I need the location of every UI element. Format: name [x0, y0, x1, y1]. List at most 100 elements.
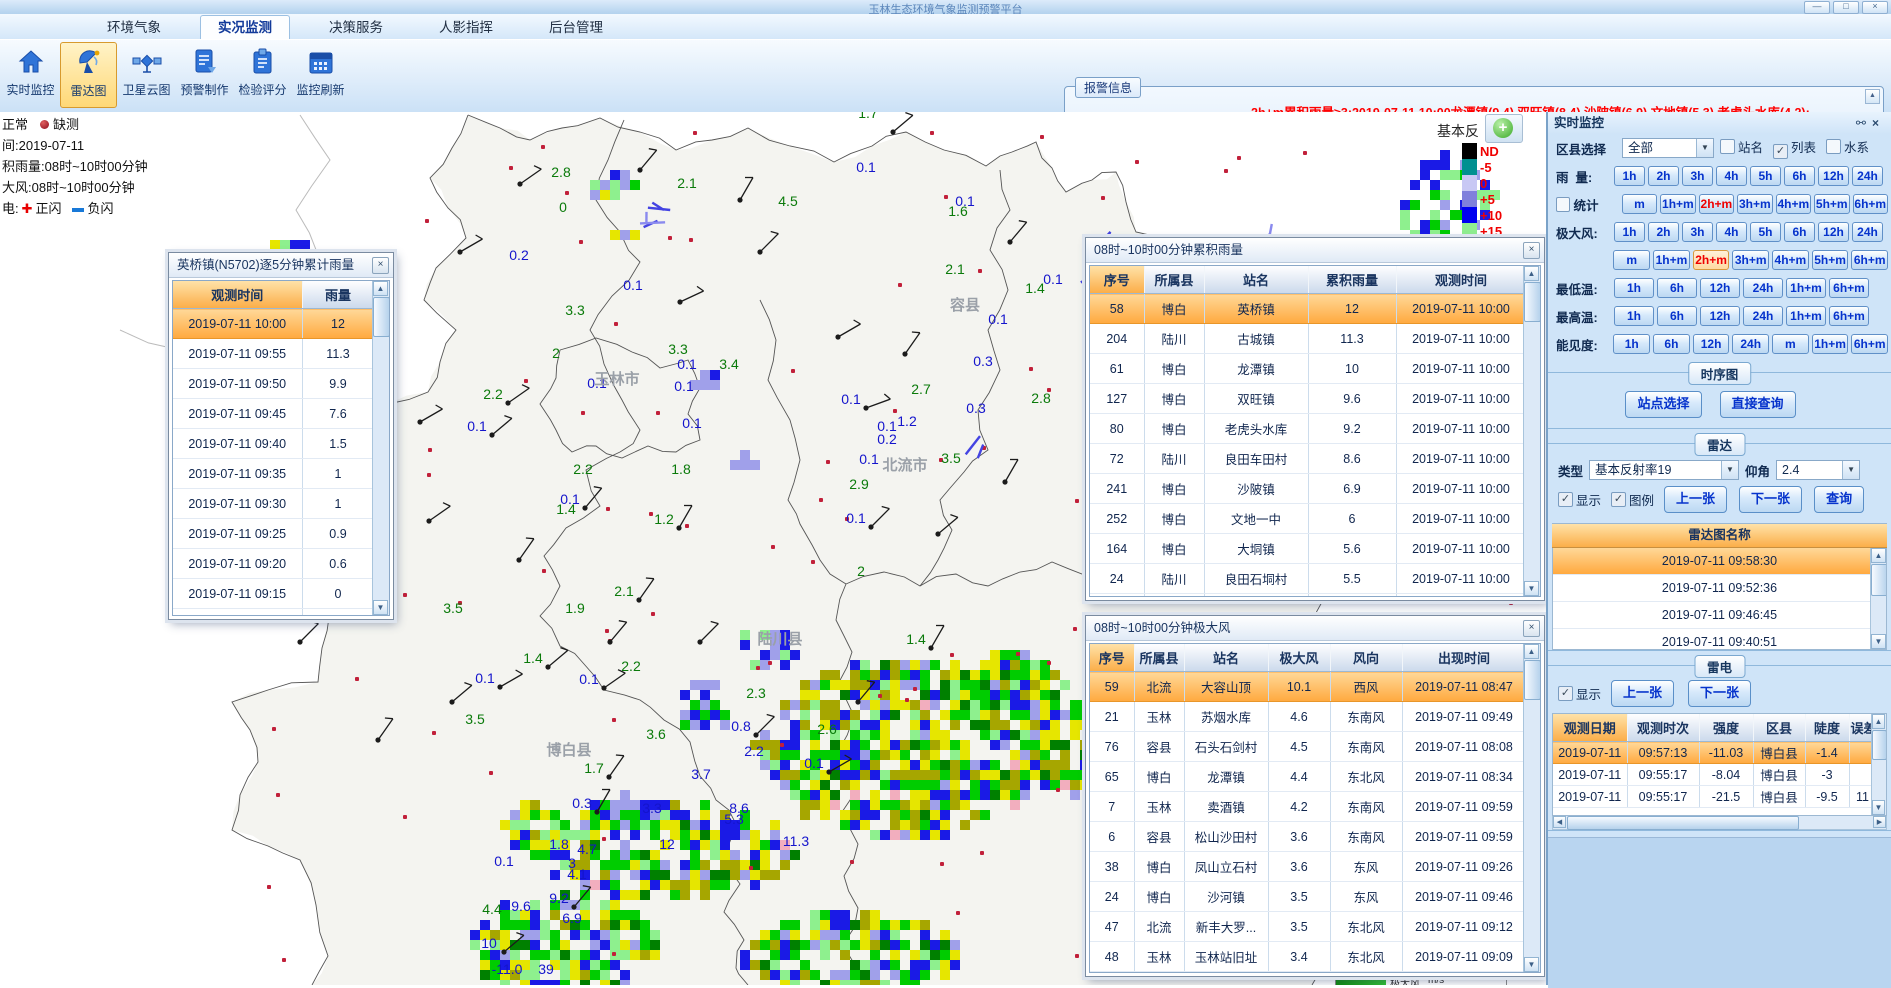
- table-row[interactable]: 38博白凤山立石村3.6东风2019-07-11 09:26: [1090, 852, 1526, 882]
- range-button-1h[interactable]: 1h: [1614, 222, 1645, 242]
- table-row[interactable]: 7玉林卖酒镇4.2东南风2019-07-11 09:59: [1090, 792, 1526, 822]
- button-下一张[interactable]: 下一张: [1688, 680, 1751, 707]
- table-row[interactable]: 5玉林石南镇3.3东北风2019-07-11 09:59: [1090, 972, 1526, 974]
- table-row[interactable]: 65博白龙潭镇4.4东北风2019-07-11 08:34: [1090, 762, 1526, 792]
- close-button[interactable]: ×: [1862, 1, 1888, 14]
- range-button-4h[interactable]: 4h: [1716, 222, 1747, 242]
- tab-4[interactable]: 人影指挥: [422, 16, 510, 39]
- scrollbar[interactable]: ▲▼: [372, 281, 389, 615]
- station-rain-popup[interactable]: 英桥镇(N5702)逐5分钟累计雨量 × 观测时间雨量2019-07-11 10…: [168, 252, 394, 620]
- range-button-5h[interactable]: 5h: [1750, 166, 1781, 186]
- table-row[interactable]: 47北流新丰大罗...3.5东北风2019-07-11 09:12: [1090, 912, 1526, 942]
- column-header[interactable]: 序号: [1090, 266, 1144, 294]
- table-row[interactable]: 2019-07-11 09:200.6: [173, 549, 374, 579]
- table-row[interactable]: 80博白老虎头水库9.22019-07-11 10:00: [1090, 414, 1526, 444]
- range-button-12h[interactable]: 12h: [1818, 166, 1849, 186]
- button-站点选择[interactable]: 站点选择: [1625, 391, 1701, 418]
- pin-icon[interactable]: ⚯: [1856, 116, 1872, 130]
- range-button-24h[interactable]: 24h: [1743, 306, 1783, 326]
- table-row[interactable]: 164博白大垌镇5.62019-07-11 10:00: [1090, 534, 1526, 564]
- legend-zoom-button[interactable]: +: [1485, 114, 1523, 143]
- range-button-2h[interactable]: 2h: [1648, 166, 1679, 186]
- range-button-6h+m[interactable]: 6h+m: [1829, 306, 1869, 326]
- table-row[interactable]: 21玉林苏烟水库4.6东南风2019-07-11 09:49: [1090, 702, 1526, 732]
- button-查询[interactable]: 查询: [1814, 486, 1864, 513]
- range-button-6h[interactable]: 6h: [1657, 306, 1697, 326]
- column-header[interactable]: 极大风: [1268, 644, 1330, 672]
- close-icon[interactable]: ×: [372, 257, 389, 274]
- toolbar-button-satellite[interactable]: 卫星云图: [118, 42, 175, 108]
- range-button-2h+m[interactable]: 2h+m: [1699, 194, 1734, 214]
- radar-list-header[interactable]: 雷达图名称: [1552, 523, 1887, 548]
- scrollbar[interactable]: ▲▼: [1523, 644, 1540, 972]
- range-button-1h+m[interactable]: 1h+m: [1786, 306, 1826, 326]
- toolbar-button-radar-dish[interactable]: 雷达图: [60, 42, 117, 108]
- range-button-6h[interactable]: 6h: [1657, 278, 1697, 298]
- table-row[interactable]: 2019-07-11 09:250.9: [173, 519, 374, 549]
- table-row[interactable]: 2019-07-1109:57:13-11.03博白县-1.4: [1553, 742, 1876, 764]
- close-icon[interactable]: ×: [1523, 242, 1540, 259]
- range-button-6h+m[interactable]: 6h+m: [1853, 194, 1888, 214]
- column-header[interactable]: 强度: [1699, 714, 1753, 742]
- range-button-1h[interactable]: 1h: [1614, 278, 1654, 298]
- toolbar-button-home[interactable]: 实时监控: [2, 42, 59, 108]
- range-button-4h[interactable]: 4h: [1716, 166, 1747, 186]
- range-button-1h+m[interactable]: 1h+m: [1812, 334, 1849, 354]
- table-row[interactable]: 2019-07-11 09:509.9: [173, 369, 374, 399]
- toolbar-button-document[interactable]: 预警制作: [176, 42, 233, 108]
- range-button-1h[interactable]: 1h: [1614, 306, 1654, 326]
- radar-image-item[interactable]: 2019-07-11 09:52:36: [1553, 575, 1886, 602]
- checkbox-站名[interactable]: [1720, 139, 1735, 154]
- table-row[interactable]: 24博白沙河镇3.5东风2019-07-11 09:46: [1090, 882, 1526, 912]
- column-header[interactable]: 站名: [1184, 644, 1268, 672]
- button-下一张[interactable]: 下一张: [1739, 486, 1802, 513]
- range-button-3h+m[interactable]: 3h+m: [1737, 194, 1772, 214]
- range-button-1h[interactable]: 1h: [1613, 334, 1650, 354]
- range-button-3h+m[interactable]: 3h+m: [1732, 250, 1769, 270]
- toolbar-button-clipboard[interactable]: 检验评分: [234, 42, 291, 108]
- checkbox-列表[interactable]: ✓: [1773, 144, 1788, 159]
- range-button-4h+m[interactable]: 4h+m: [1772, 250, 1809, 270]
- column-header[interactable]: 陡度: [1805, 714, 1849, 742]
- rain-table-popup[interactable]: 08时~10时00分钟累积雨量 × 序号所属县站名累积雨量观测时间58博白英桥镇…: [1085, 237, 1545, 601]
- scrollbar[interactable]: ▲▼: [1870, 548, 1886, 649]
- checkbox-水系[interactable]: [1826, 139, 1841, 154]
- tab-5[interactable]: 后台管理: [532, 16, 620, 39]
- county-select[interactable]: 全部▼: [1622, 138, 1714, 158]
- range-button-3h[interactable]: 3h: [1682, 166, 1713, 186]
- table-row[interactable]: 2019-07-11 10:0012: [173, 309, 374, 339]
- table-row[interactable]: 61博白龙潭镇102019-07-11 10:00: [1090, 354, 1526, 384]
- range-button-6h+m[interactable]: 6h+m: [1851, 250, 1888, 270]
- table-row[interactable]: 241博白沙陂镇6.92019-07-11 10:00: [1090, 474, 1526, 504]
- minimize-button[interactable]: —: [1804, 1, 1830, 14]
- range-button-6h+m[interactable]: 6h+m: [1851, 334, 1888, 354]
- range-button-12h[interactable]: 12h: [1700, 278, 1740, 298]
- checkbox-图例[interactable]: ✓: [1611, 492, 1626, 507]
- table-row[interactable]: 2019-07-11 09:100: [173, 609, 374, 617]
- range-button-3h[interactable]: 3h: [1682, 222, 1713, 242]
- range-button-m[interactable]: m: [1622, 194, 1657, 214]
- table-row[interactable]: 2019-07-1109:55:17-8.04博白县-3: [1553, 764, 1876, 786]
- close-icon[interactable]: ×: [1523, 620, 1540, 637]
- table-row[interactable]: 48玉林玉林站旧址3.4东北风2019-07-11 09:09: [1090, 942, 1526, 972]
- range-button-5h[interactable]: 5h: [1750, 222, 1781, 242]
- range-button-5h+m[interactable]: 5h+m: [1814, 194, 1849, 214]
- table-row[interactable]: 2019-07-11 09:301: [173, 489, 374, 519]
- range-button-5h+m[interactable]: 5h+m: [1812, 250, 1849, 270]
- table-row[interactable]: 185博白文地镇5.32019-07-11 10:00: [1090, 594, 1526, 598]
- column-header[interactable]: 雨量: [302, 281, 374, 309]
- column-header[interactable]: 所属县: [1144, 266, 1204, 294]
- range-button-24h[interactable]: 24h: [1743, 278, 1783, 298]
- range-button-6h[interactable]: 6h: [1784, 166, 1815, 186]
- horizontal-scrollbar[interactable]: ◀ ▶: [1552, 816, 1887, 830]
- checkbox-统计[interactable]: [1556, 197, 1570, 212]
- table-row[interactable]: 2019-07-11 09:5511.3: [173, 339, 374, 369]
- table-row[interactable]: 76容县石头石剑村4.5东南风2019-07-11 08:08: [1090, 732, 1526, 762]
- range-button-6h+m[interactable]: 6h+m: [1829, 278, 1869, 298]
- column-header[interactable]: 出现时间: [1402, 644, 1526, 672]
- tab-2[interactable]: 实况监测: [200, 15, 290, 39]
- range-button-1h[interactable]: 1h: [1614, 166, 1645, 186]
- button-直接查询[interactable]: 直接查询: [1720, 391, 1796, 418]
- column-header[interactable]: 观测时间: [173, 281, 302, 309]
- range-button-12h[interactable]: 12h: [1818, 222, 1849, 242]
